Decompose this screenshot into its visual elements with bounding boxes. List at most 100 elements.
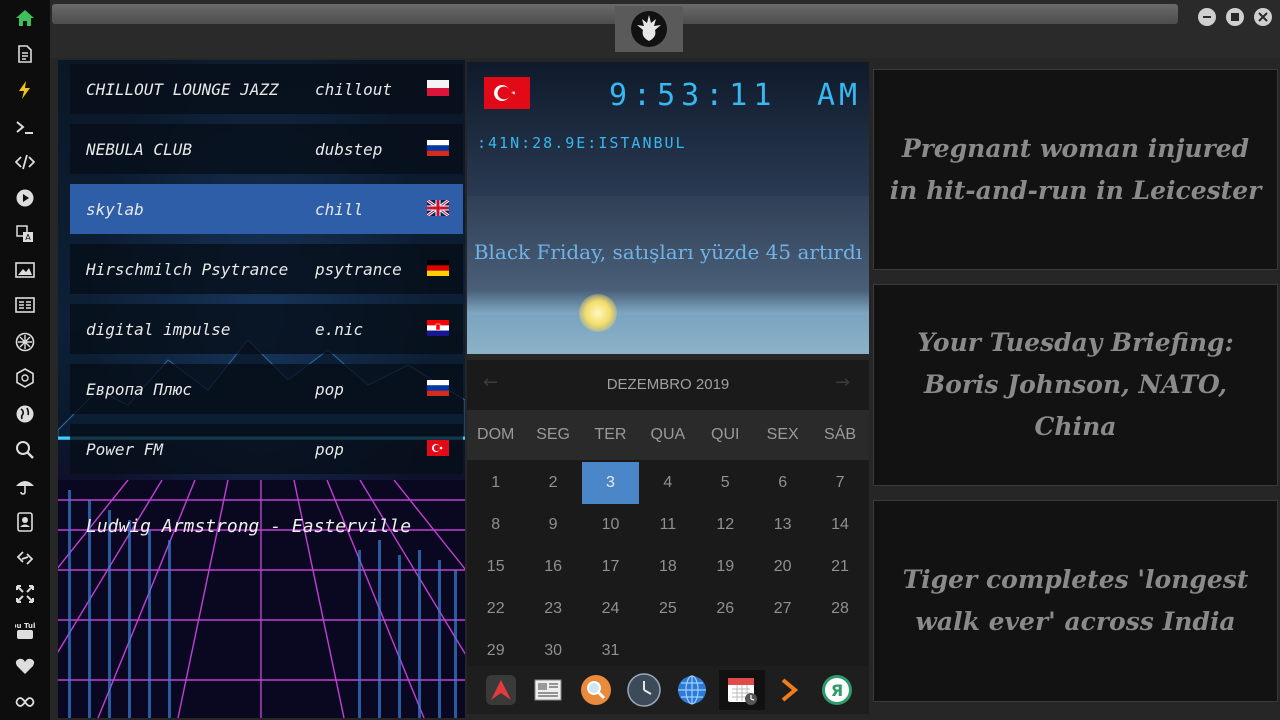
- calendar-day[interactable]: 25: [639, 588, 696, 630]
- search-app-icon[interactable]: [576, 670, 616, 710]
- calendar-day[interactable]: 24: [582, 588, 639, 630]
- search-icon[interactable]: [10, 435, 40, 465]
- turkish-headline[interactable]: Black Friday, satışları yüzde 45 artırdı: [467, 240, 869, 264]
- play-icon[interactable]: [10, 183, 40, 213]
- weekday-label: QUA: [650, 426, 686, 443]
- station-row[interactable]: skylab chill: [70, 184, 463, 234]
- calendar-day[interactable]: 10: [582, 504, 639, 546]
- forward-icon[interactable]: [769, 670, 809, 710]
- calendar-day[interactable]: 23: [524, 588, 581, 630]
- browser-icon[interactable]: [672, 670, 712, 710]
- station-row[interactable]: NEBULA CLUB dubstep: [70, 124, 463, 174]
- rebel-icon[interactable]: [10, 327, 40, 357]
- newspaper-icon[interactable]: [10, 290, 40, 320]
- news-card-3[interactable]: Tiger completes 'longest walk ever' acro…: [873, 500, 1278, 702]
- clock-app-icon[interactable]: [624, 670, 664, 710]
- weekday-label: QUI: [711, 426, 740, 443]
- calendar-day[interactable]: 15: [467, 546, 524, 588]
- calendar-day[interactable]: 9: [524, 504, 581, 546]
- empire-icon[interactable]: [10, 363, 40, 393]
- svg-text:Я: Я: [831, 681, 843, 700]
- calendar-day[interactable]: 20: [754, 546, 811, 588]
- contacts-icon[interactable]: [10, 507, 40, 537]
- calendar-day[interactable]: 8: [467, 504, 524, 546]
- title-bar: [50, 0, 1280, 58]
- umbrella-icon[interactable]: [10, 471, 40, 501]
- news-card-1[interactable]: Pregnant woman injured in hit-and-run in…: [873, 69, 1278, 270]
- close-button[interactable]: [1254, 8, 1272, 26]
- image-icon[interactable]: [10, 255, 40, 285]
- minimize-icon: [1203, 16, 1211, 18]
- translate-icon[interactable]: A: [10, 219, 40, 249]
- desktop: A You Tube: [0, 0, 1280, 720]
- uk-flag: [427, 200, 449, 216]
- calendar-day[interactable]: 22: [467, 588, 524, 630]
- calendar-day[interactable]: 6: [754, 462, 811, 504]
- calendar-day[interactable]: 5: [697, 462, 754, 504]
- news-reader-icon[interactable]: [528, 670, 568, 710]
- youtube-icon[interactable]: You Tube: [10, 615, 40, 645]
- germany-flag: [427, 260, 449, 276]
- calendar-day[interactable]: 2: [524, 462, 581, 504]
- bolt-icon[interactable]: [10, 75, 40, 105]
- calendar-day[interactable]: 18: [639, 546, 696, 588]
- station-row[interactable]: digital impulse e.nic: [70, 304, 463, 354]
- station-row[interactable]: Hirschmilch Psytrance psytrance: [70, 244, 463, 294]
- sun-icon: [579, 294, 617, 332]
- weekday-label: SÁB: [824, 426, 857, 443]
- infinity-icon[interactable]: [10, 687, 40, 717]
- calendar-day[interactable]: 7: [811, 462, 868, 504]
- globe-icon[interactable]: [10, 399, 40, 429]
- calendar-day[interactable]: 19: [697, 546, 754, 588]
- calendar-week: 15 16 17 18 19 20 21: [467, 546, 869, 588]
- code-icon[interactable]: [10, 147, 40, 177]
- yandex-icon[interactable]: Я: [817, 670, 857, 710]
- calendar-day[interactable]: 12: [697, 504, 754, 546]
- app-dock: Я: [467, 666, 869, 714]
- calendar-day[interactable]: 1: [467, 462, 524, 504]
- calendar-day[interactable]: 28: [811, 588, 868, 630]
- weekday-label: SEX: [766, 426, 799, 443]
- station-genre: pop: [315, 379, 344, 399]
- weekday-header: DOM SEG TER QUA QUI SEX SÁB: [467, 410, 869, 460]
- rebel-logo-tab[interactable]: [615, 6, 683, 52]
- news-card-2[interactable]: Your Tuesday Briefing: Boris Johnson, NA…: [873, 284, 1278, 486]
- app-launcher-icon[interactable]: [481, 670, 521, 710]
- minimize-button[interactable]: [1198, 8, 1216, 26]
- calendar-grid: 1 2 3 4 5 6 7 8 9 10 11 12 13 14 15 16 17 18 19 20 21 22 23 24 2…: [467, 462, 869, 672]
- rebel-alliance-icon: [631, 11, 667, 47]
- croatia-flag: [427, 320, 449, 336]
- station-genre: chillout: [315, 79, 393, 99]
- calendar-day[interactable]: 14: [811, 504, 868, 546]
- calendar-day[interactable]: 21: [811, 546, 868, 588]
- expand-icon[interactable]: [10, 579, 40, 609]
- home-icon[interactable]: [10, 3, 40, 33]
- calendar-day[interactable]: 11: [639, 504, 696, 546]
- next-month-button[interactable]: →: [835, 372, 850, 393]
- calendar-day-today[interactable]: 3: [581, 462, 640, 504]
- sea-horizon: [467, 315, 869, 354]
- maximize-button[interactable]: [1226, 8, 1244, 26]
- calendar-day[interactable]: 27: [754, 588, 811, 630]
- calendar-day[interactable]: 13: [754, 504, 811, 546]
- clock-weather-panel: 9:53:11 AM :41N:28.9E:ISTANBUL Black Fri…: [467, 62, 869, 354]
- link-icon[interactable]: [10, 543, 40, 573]
- calendar-month: DEZEMBRO 2019: [606, 376, 730, 393]
- svg-text:A: A: [25, 233, 31, 242]
- close-icon: [1258, 12, 1268, 22]
- turkey-flag[interactable]: [484, 77, 530, 109]
- calendar-day[interactable]: 4: [639, 462, 696, 504]
- svg-text:You Tube: You Tube: [15, 622, 35, 630]
- station-row[interactable]: Европа Плюс pop: [70, 364, 463, 414]
- terminal-icon[interactable]: [10, 112, 40, 142]
- russia-flag: [427, 140, 449, 156]
- calendar-app-icon[interactable]: [719, 670, 765, 710]
- station-row[interactable]: CHILLOUT LOUNGE JAZZ chillout: [70, 64, 463, 114]
- calendar-day[interactable]: 26: [697, 588, 754, 630]
- calendar-day[interactable]: 16: [524, 546, 581, 588]
- calendar-header: ← DEZEMBRO 2019 →: [467, 360, 869, 410]
- heart-icon[interactable]: [10, 651, 40, 681]
- document-icon[interactable]: [10, 39, 40, 69]
- station-row[interactable]: Power FM pop: [70, 424, 463, 474]
- calendar-day[interactable]: 17: [582, 546, 639, 588]
